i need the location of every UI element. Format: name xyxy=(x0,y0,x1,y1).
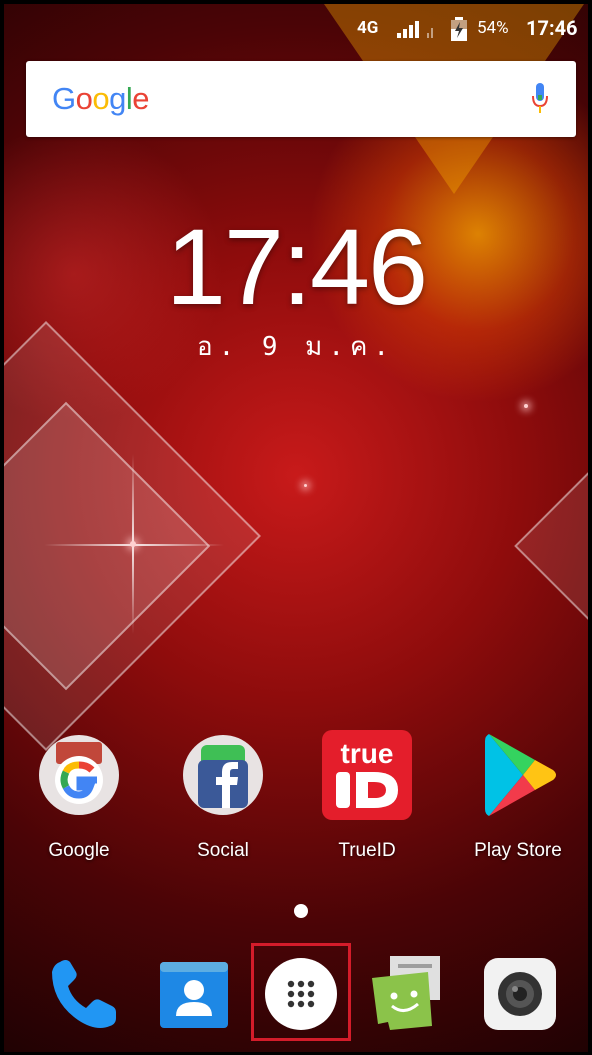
clock-widget-date: อ. 9 ม.ค. xyxy=(196,332,396,362)
dock-contacts[interactable] xyxy=(154,954,234,1034)
app-label: Social xyxy=(197,840,249,861)
wallpaper-diamond xyxy=(514,444,588,648)
social-folder-icon xyxy=(178,730,268,820)
phone-icon xyxy=(52,960,116,1028)
messaging-icon xyxy=(372,956,440,1030)
dock-phone[interactable] xyxy=(44,954,124,1034)
app-google-folder[interactable]: Google xyxy=(24,730,134,862)
google-logo-letter: o xyxy=(75,81,93,116)
status-time: 17:46 xyxy=(526,16,578,40)
home-screen: 4G 54% 17:46 Google 17:46 อ. 9 ม.ค. Goog… xyxy=(4,4,588,1052)
page-indicator-dot xyxy=(294,904,308,918)
app-social-folder[interactable]: Social xyxy=(168,730,278,862)
trueid-icon: true xyxy=(322,730,412,820)
battery-percent: 54% xyxy=(477,18,509,38)
google-folder-icon xyxy=(34,730,124,820)
wallpaper-sparkle xyxy=(130,541,136,547)
camera-icon xyxy=(484,958,556,1030)
app-trueid[interactable]: true TrueID xyxy=(312,730,422,862)
microphone-icon[interactable] xyxy=(532,83,548,115)
app-label: Play Store xyxy=(474,840,562,861)
contacts-icon xyxy=(160,962,228,1028)
signal-icon xyxy=(397,20,441,42)
status-bar: 4G 54% 17:46 xyxy=(4,4,588,52)
clock-widget-time[interactable]: 17:46 xyxy=(4,204,588,329)
dock-camera[interactable] xyxy=(480,954,560,1034)
google-logo: Google xyxy=(52,81,150,117)
battery-icon xyxy=(450,17,468,45)
google-logo-letter: o xyxy=(92,81,110,116)
wallpaper-sparkle xyxy=(304,484,307,487)
app-label: Google xyxy=(48,840,110,861)
network-type: 4G xyxy=(357,18,379,38)
wallpaper-diamond xyxy=(4,401,211,691)
wallpaper-sparkle xyxy=(524,404,528,408)
google-logo-letter: e xyxy=(132,81,150,116)
app-label: TrueID xyxy=(338,840,396,861)
play-store-icon xyxy=(473,730,563,820)
selection-highlight-box xyxy=(251,943,351,1041)
google-logo-letter: G xyxy=(52,81,76,116)
svg-text:true: true xyxy=(341,738,394,769)
google-search-bar[interactable]: Google xyxy=(26,61,576,137)
app-play-store[interactable]: Play Store xyxy=(463,730,573,862)
dock-messaging[interactable] xyxy=(368,954,448,1034)
google-logo-letter: g xyxy=(109,81,126,116)
